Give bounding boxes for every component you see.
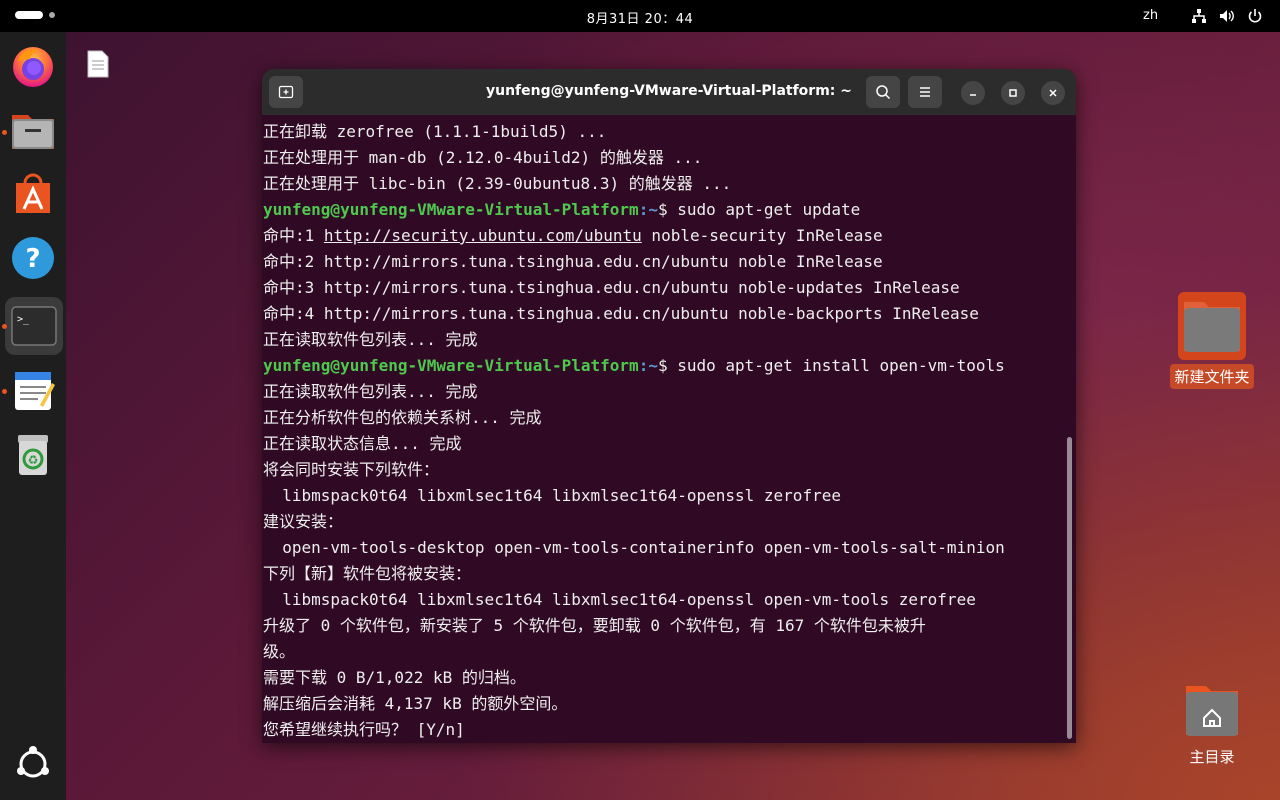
help-icon: ? [12,237,54,279]
svg-text:>_: >_ [17,314,30,325]
dock-terminal[interactable]: >_ [5,297,63,355]
terminal-line: 正在读取软件包列表... 完成 [263,330,478,349]
home-label: 主目录 [1189,748,1235,766]
maximize-button[interactable] [1001,81,1025,105]
terminal-line: 下列【新】软件包将被安装： [263,564,472,583]
line-prefix: 命中:1 [263,226,324,245]
dock-show-apps[interactable] [9,740,57,788]
terminal-line: 正在处理用于 man-db (2.12.0-4build2) 的触发器 ... [263,148,703,167]
close-button[interactable] [1041,81,1065,105]
terminal-icon: >_ [11,306,57,346]
search-icon [876,85,891,100]
terminal-line: 解压缩后会消耗 4,137 kB 的额外空间。 [263,694,568,713]
minimize-button[interactable] [961,81,985,105]
prompt-user: yunfeng@yunfeng-VMware-Virtual-Platform [263,200,639,219]
dock-trash[interactable]: ♻ [9,430,57,478]
terminal-line: 命中:4 http://mirrors.tuna.tsinghua.edu.cn… [263,304,979,323]
terminal-line: open-vm-tools-desktop open-vm-tools-cont… [263,538,1005,557]
search-button[interactable] [866,76,900,108]
terminal-line: 建议安装： [263,512,344,531]
system-tray[interactable] [1190,7,1264,25]
terminal-line: 命中:3 http://mirrors.tuna.tsinghua.edu.cn… [263,278,960,297]
terminal-line: 将会同时安装下列软件： [263,460,440,479]
new-folder-label: 新建文件夹 [1170,364,1254,389]
terminal-header-bar[interactable]: yunfeng@yunfeng-VMware-Virtual-Platform:… [262,69,1076,115]
home-folder-icon [1186,686,1238,736]
dock-help[interactable]: ? [9,234,57,282]
terminal-line: 级。 [263,642,296,661]
desktop-home[interactable]: 主目录 [1168,682,1256,769]
ubuntu-logo-icon [17,746,49,778]
top-bar: 8月31日 20：44 zh [0,0,1280,32]
prompt-path: :~ [638,200,658,219]
terminal-line: 正在读取状态信息... 完成 [263,434,462,453]
volume-icon [1218,7,1236,25]
svg-text:♻: ♻ [28,453,39,467]
prompt-path: :~ [638,356,658,375]
dock: ? >_ ♻ [0,32,66,800]
running-indicator [2,324,7,329]
terminal-line: 需要下载 0 B/1,022 kB 的归档。 [263,668,526,687]
prompt-command: $ sudo apt-get install open-vm-tools [657,356,1005,375]
running-indicator [2,389,7,394]
maximize-icon [1009,89,1017,97]
terminal-line: 升级了 0 个软件包，新安装了 5 个软件包，要卸载 0 个软件包，有 167 … [263,616,926,635]
terminal-line: yunfeng@yunfeng-VMware-Virtual-Platform:… [262,197,1062,223]
terminal-line: 正在分析软件包的依赖关系树... 完成 [263,408,542,427]
menu-button[interactable] [908,76,942,108]
desktop-new-folder[interactable]: 新建文件夹 [1166,292,1258,389]
terminal-line: 正在处理用于 libc-bin (2.39-0ubuntu8.3) 的触发器 .… [263,174,732,193]
terminal-scrollbar[interactable] [1067,437,1072,739]
close-icon [1049,89,1057,97]
line-suffix: noble-security InRelease [641,226,883,245]
terminal-line: 正在读取软件包列表... 完成 [263,382,478,401]
power-icon [1246,7,1264,25]
desktop-file[interactable] [86,50,110,82]
terminal-line: yunfeng@yunfeng-VMware-Virtual-Platform:… [262,353,1062,379]
folder-icon [12,115,54,149]
terminal-line: 正在卸载 zerofree (1.1.1-1build5) ... [263,122,607,141]
terminal-line: 命中:1 http://security.ubuntu.com/ubuntu n… [262,223,1062,249]
folder-icon [1178,292,1246,360]
file-icon [87,50,109,78]
text-editor-icon [15,372,55,410]
dock-text-editor[interactable] [9,366,57,414]
terminal-output[interactable]: 正在卸载 zerofree (1.1.1-1build5) ... 正在处理用于 … [262,119,1062,743]
url-link[interactable]: http://security.ubuntu.com/ubuntu [324,226,642,245]
hamburger-menu-icon [920,87,930,97]
prompt-command: $ sudo apt-get update [657,200,861,219]
terminal-line: 命中:2 http://mirrors.tuna.tsinghua.edu.cn… [263,252,883,271]
prompt-user: yunfeng@yunfeng-VMware-Virtual-Platform [263,356,639,375]
clock[interactable]: 8月31日 20：44 [0,8,1280,27]
dock-firefox[interactable] [9,42,57,90]
running-indicator [2,130,7,135]
terminal-window[interactable]: yunfeng@yunfeng-VMware-Virtual-Platform:… [262,69,1076,743]
app-center-icon [16,173,50,213]
dock-app-center[interactable] [9,170,57,218]
firefox-icon [13,47,53,87]
terminal-line: 您希望继续执行吗？ [Y/n] [263,720,465,739]
network-icon [1190,7,1208,25]
minimize-icon [970,94,976,96]
dock-files[interactable] [9,106,57,154]
terminal-line: libmspack0t64 libxmlsec1t64 libxmlsec1t6… [263,486,841,505]
svg-text:?: ? [25,244,40,274]
trash-icon: ♻ [18,435,48,475]
window-title: yunfeng@yunfeng-VMware-Virtual-Platform:… [485,83,852,99]
terminal-line: libmspack0t64 libxmlsec1t64 libxmlsec1t6… [263,590,976,609]
input-language[interactable]: zh [1143,8,1158,23]
